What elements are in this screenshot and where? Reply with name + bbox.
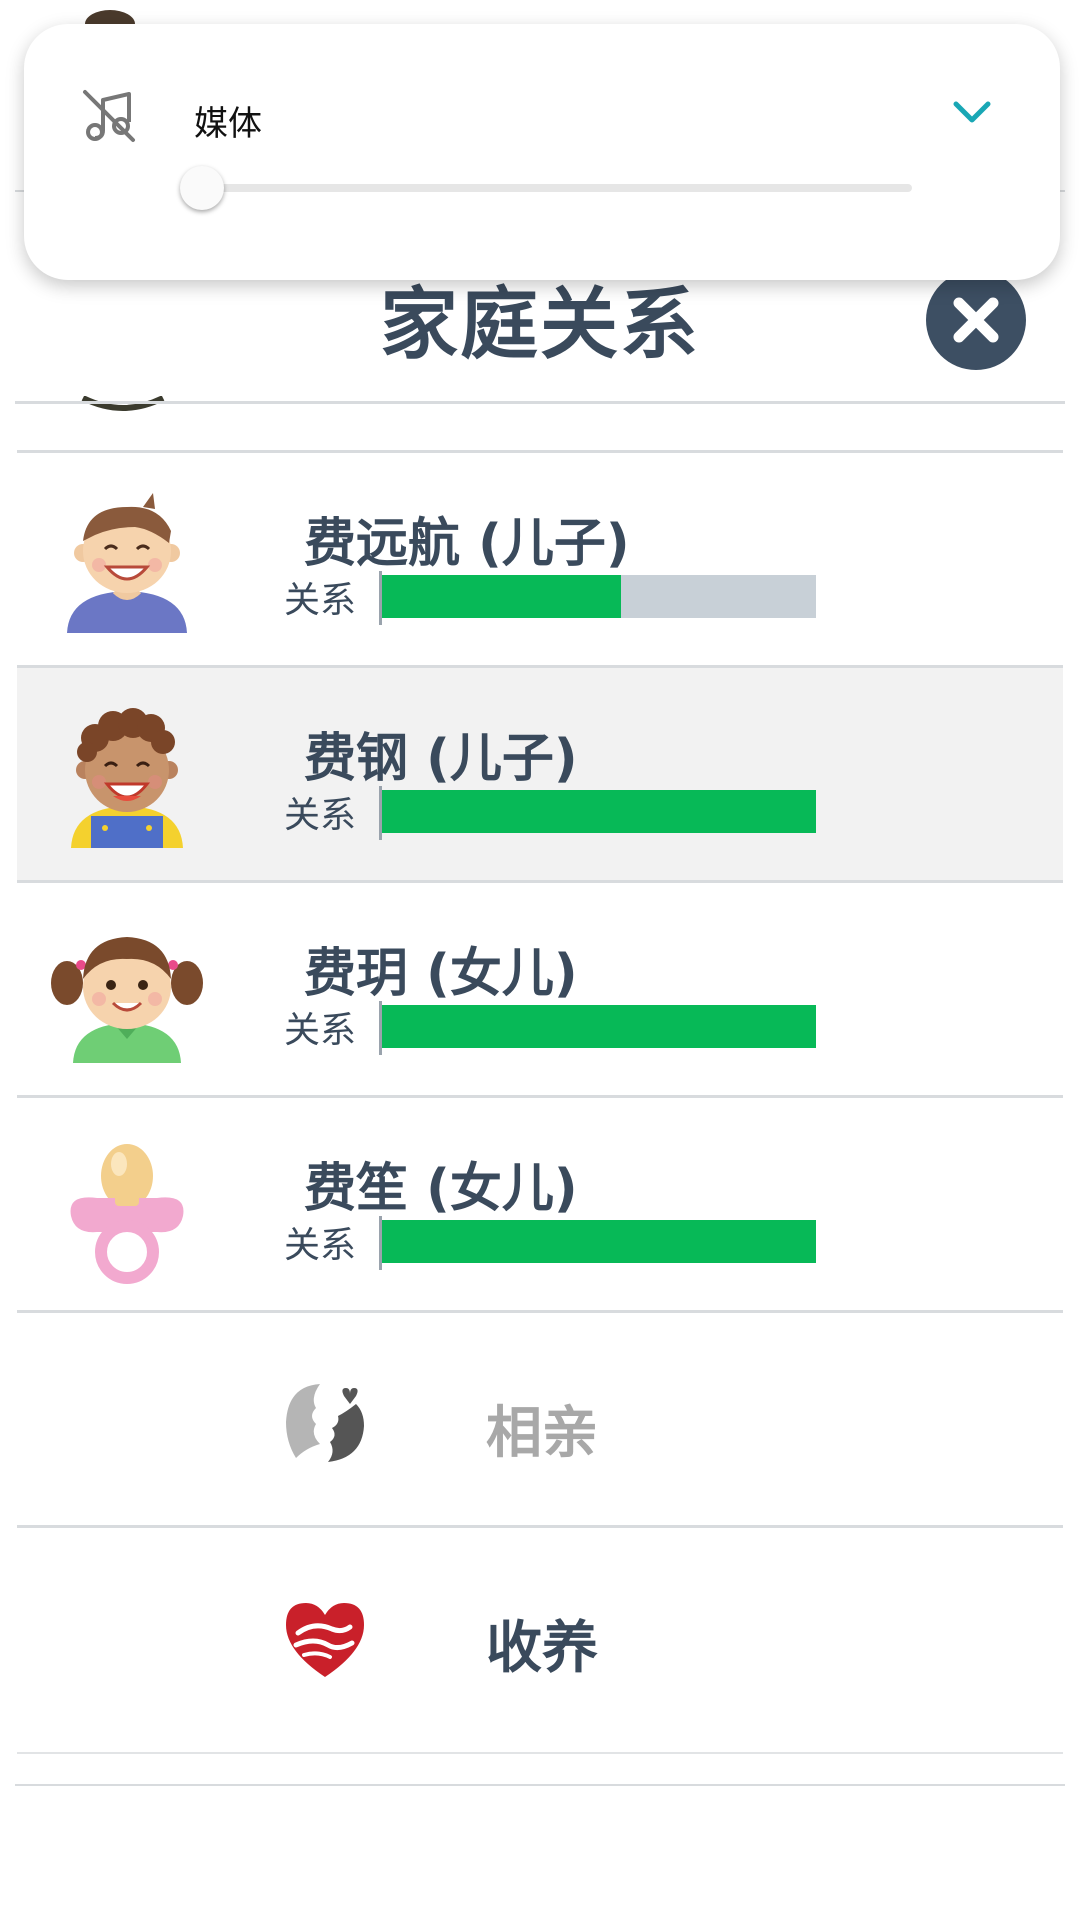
music-muted-icon[interactable] — [79, 86, 139, 146]
relation-bar — [382, 1005, 816, 1048]
relation-label: 关系 — [284, 795, 357, 836]
list-item[interactable]: 费钢 (儿子) 关系 — [17, 665, 1063, 880]
volume-slider[interactable] — [204, 184, 912, 192]
divider — [15, 401, 1065, 404]
adopt-label: 收养 — [486, 1616, 598, 1681]
boy-curly-hair-avatar — [71, 708, 183, 848]
child-name: 费远航 (儿子) — [304, 514, 630, 574]
matchmaking-button[interactable]: 相亲 — [17, 1310, 1063, 1525]
child-name: 费玥 (女儿) — [304, 944, 578, 1004]
volume-panel: 媒体 — [24, 24, 1060, 280]
relation-bar — [382, 1220, 816, 1263]
relation-bar — [382, 575, 816, 618]
list-item[interactable]: 费笙 (女儿) 关系 — [17, 1095, 1063, 1310]
child-name: 费钢 (儿子) — [304, 729, 578, 789]
relation-label: 关系 — [284, 1010, 357, 1051]
list-item[interactable]: 费玥 (女儿) 关系 — [17, 880, 1063, 1095]
relation-bar — [382, 790, 816, 833]
close-icon — [953, 297, 999, 343]
list-item[interactable]: 费远航 (儿子) 关系 — [17, 450, 1063, 665]
partial-avatar — [81, 396, 165, 411]
relation-bar-fill — [382, 575, 621, 618]
girl-pigtails-avatar — [51, 937, 203, 1063]
heart-hands-icon — [286, 1603, 364, 1677]
close-button[interactable] — [926, 270, 1026, 370]
relation-label: 关系 — [284, 580, 357, 621]
adopt-button[interactable]: 收养 — [17, 1525, 1063, 1740]
relation-bar-fill — [382, 1005, 816, 1048]
child-name: 费笙 (女儿) — [304, 1159, 578, 1219]
relation-bar-fill — [382, 790, 816, 833]
divider — [17, 1752, 1063, 1754]
volume-stream-label: 媒体 — [194, 104, 262, 144]
family-relations-screen: 家庭关系 费远航 (儿子) 关系 费钢 (儿子) 关系 费玥 (女儿) 关系 费… — [0, 0, 1080, 1920]
pacifier-avatar — [70, 1144, 184, 1284]
couple-kiss-icon — [286, 1384, 364, 1462]
divider — [15, 1784, 1065, 1786]
boy-brown-hair-avatar — [67, 493, 187, 633]
relation-label: 关系 — [284, 1225, 357, 1266]
volume-slider-handle[interactable] — [180, 166, 224, 210]
chevron-down-icon[interactable] — [950, 94, 994, 130]
matchmaking-label: 相亲 — [486, 1401, 598, 1466]
relation-bar-fill — [382, 1220, 816, 1263]
